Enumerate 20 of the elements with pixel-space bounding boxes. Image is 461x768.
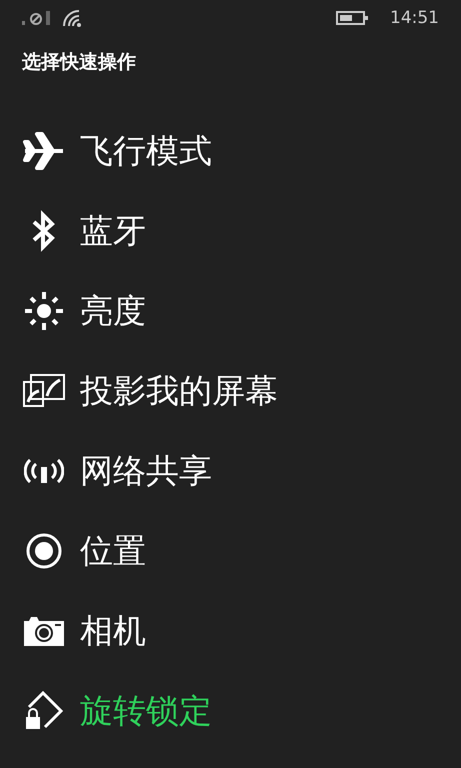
airplane-icon	[23, 130, 65, 172]
quick-action-item[interactable]: 网络共享	[80, 448, 212, 494]
quick-action-item[interactable]: 投影我的屏幕	[80, 368, 278, 414]
page-title: 选择快速操作	[21, 50, 137, 75]
hotspot-icon	[24, 458, 64, 484]
screens-icon	[23, 374, 65, 408]
quick-action-item[interactable]: 相机	[80, 608, 146, 654]
rotation-lock-icon	[23, 691, 65, 731]
quick-action-item[interactable]: 旋转锁定	[80, 688, 212, 734]
camera-icon	[23, 615, 65, 647]
sun-icon	[23, 290, 65, 332]
target-icon	[25, 532, 63, 570]
signal-icon	[22, 10, 52, 24]
battery-icon	[336, 10, 368, 24]
quick-action-item[interactable]: 飞行模式	[80, 128, 212, 174]
wifi-icon	[62, 8, 82, 26]
quick-action-item[interactable]: 位置	[80, 528, 146, 574]
quick-action-item[interactable]: 亮度	[80, 288, 146, 334]
clock-time: 14:51	[390, 8, 439, 28]
quick-action-item[interactable]: 蓝牙	[80, 208, 146, 254]
